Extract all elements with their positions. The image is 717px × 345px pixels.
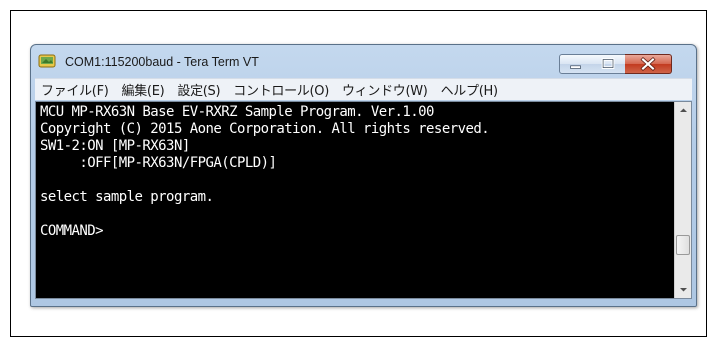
terminal-output: MCU MP-RX63N Base EV-RXRZ Sample Program… bbox=[40, 104, 670, 240]
menu-file[interactable]: ファイル(F) bbox=[41, 80, 109, 99]
vertical-scrollbar[interactable] bbox=[674, 102, 691, 298]
scroll-up-button[interactable] bbox=[675, 102, 692, 119]
menu-control[interactable]: コントロール(O) bbox=[233, 80, 329, 99]
scroll-thumb[interactable] bbox=[676, 235, 690, 255]
maximize-button[interactable] bbox=[592, 54, 626, 74]
tera-term-icon[interactable] bbox=[38, 54, 56, 69]
scroll-down-button[interactable] bbox=[675, 281, 692, 298]
close-icon bbox=[640, 56, 656, 72]
terminal-line: select sample program. bbox=[40, 189, 214, 205]
minimize-icon bbox=[570, 65, 581, 69]
window-title: COM1:115200baud - Tera Term VT bbox=[65, 55, 259, 69]
tera-term-window: COM1:115200baud - Tera Term VT ファイル(F) 編… bbox=[30, 44, 697, 307]
terminal-line: SW1-2:ON [MP-RX63N] bbox=[40, 138, 190, 154]
chevron-down-icon bbox=[680, 288, 687, 292]
terminal-prompt: COMMAND> bbox=[40, 223, 104, 239]
chevron-up-icon bbox=[680, 108, 687, 112]
menu-window[interactable]: ウィンドウ(W) bbox=[342, 80, 428, 99]
title-bar[interactable]: COM1:115200baud - Tera Term VT bbox=[31, 45, 696, 80]
terminal-line: MCU MP-RX63N Base EV-RXRZ Sample Program… bbox=[40, 104, 434, 120]
menu-help[interactable]: ヘルプ(H) bbox=[441, 80, 498, 99]
menu-edit[interactable]: 編集(E) bbox=[122, 80, 165, 99]
terminal-area[interactable]: MCU MP-RX63N Base EV-RXRZ Sample Program… bbox=[35, 101, 692, 299]
terminal-line: Copyright (C) 2015 Aone Corporation. All… bbox=[40, 121, 490, 137]
maximize-icon bbox=[601, 58, 615, 69]
terminal-line: :OFF[MP-RX63N/FPGA(CPLD)] bbox=[40, 155, 277, 171]
menu-setup[interactable]: 設定(S) bbox=[177, 80, 220, 99]
close-button[interactable] bbox=[625, 54, 672, 74]
minimize-button[interactable] bbox=[559, 54, 593, 74]
menu-bar: ファイル(F) 編集(E) 設定(S) コントロール(O) ウィンドウ(W) ヘ… bbox=[35, 78, 692, 100]
